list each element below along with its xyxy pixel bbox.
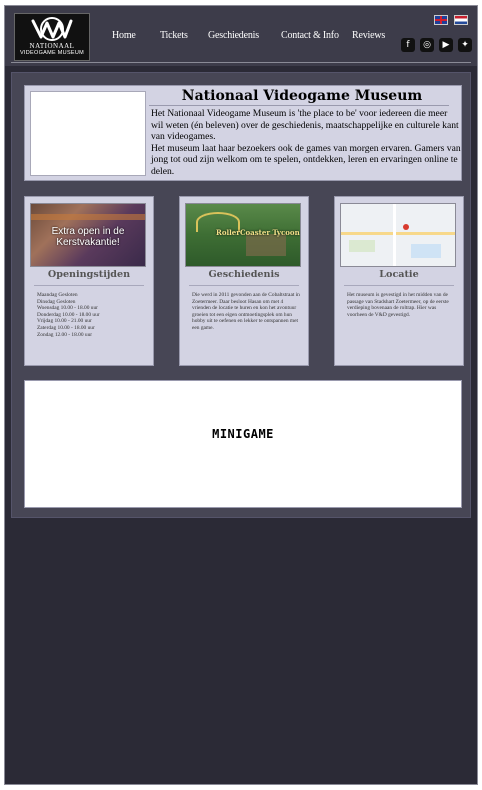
location-map[interactable] [340, 203, 456, 267]
nav-tickets[interactable]: Tickets [160, 30, 188, 41]
english-flag-icon[interactable] [434, 15, 448, 25]
hours-saturday: Zaterdag 10.00 - 18.00 uur [37, 324, 95, 331]
intro-paragraph-2: Het museum laat haar bezoekers ook de ga… [151, 142, 461, 177]
card-title-locatie: Locatie [379, 269, 419, 280]
nav-home[interactable]: Home [112, 30, 136, 41]
logo-line-2: VIDEOGAME MUSEUM [19, 50, 85, 56]
nav-geschiedenis[interactable]: Geschiedenis [208, 30, 259, 41]
promo-image-decoration [31, 214, 145, 220]
logo-mark-icon [31, 17, 73, 41]
park-building-icon [246, 234, 286, 256]
hours-thursday: Donderdag 10.00 - 18.00 uur [37, 311, 100, 318]
hours-wednesday: Woensdag 10.00 - 18.00 uur [37, 305, 98, 312]
card-divider [189, 285, 299, 286]
history-paragraph: Die werd in 2011 gevonden aan de Cobalts… [192, 292, 300, 331]
minigame-panel[interactable]: MINIGAME [24, 380, 462, 508]
logo-line-1: NATIONAAL [29, 42, 75, 50]
card-divider [344, 285, 454, 286]
hours-sunday: Zondag 12.00 - 18.00 uur [37, 331, 93, 338]
header-divider [11, 62, 471, 63]
hours-friday: Vrijdag 10.00 - 21.00 uur [37, 318, 92, 325]
map-area [411, 244, 441, 258]
map-road [341, 232, 455, 235]
instagram-icon[interactable]: ◎ [420, 38, 434, 52]
history-text: Die werd in 2011 gevonden aan de Cobalts… [192, 292, 300, 332]
location-text: Het museum is gevestigd in het midden va… [347, 292, 455, 318]
intro-paragraph-1: Het Nationaal Videogame Museum is 'the p… [151, 108, 459, 142]
rollercoaster-tycoon-image[interactable]: RollerCoaster Tycoon [185, 203, 301, 267]
card-title-openingstijden: Openingstijden [47, 269, 131, 280]
game-logo-text: RollerCoaster Tycoon [216, 228, 300, 237]
christmas-promo-text: Extra open in de Kerstvakantie! [51, 226, 125, 248]
location-paragraph: Het museum is gevestigd in het midden va… [347, 292, 449, 318]
card-geschiedenis: RollerCoaster Tycoon Geschiedenis Die we… [179, 196, 309, 366]
dutch-flag-icon[interactable] [454, 15, 468, 25]
opening-hours-list: Maandag Gesloten Dinsdag Gesloten Woensd… [37, 292, 145, 338]
card-title-geschiedenis: Geschiedenis [208, 269, 280, 280]
card-divider [34, 285, 144, 286]
museum-logo[interactable]: NATIONAAL VIDEOGAME MUSEUM [14, 13, 90, 61]
nav-reviews[interactable]: Reviews [352, 30, 385, 41]
twitter-icon[interactable]: ✦ [458, 38, 472, 52]
intro-text: Het Nationaal Videogame Museum is 'the p… [151, 108, 461, 177]
intro-title-divider [149, 105, 449, 106]
minigame-title: MINIGAME [212, 427, 274, 441]
browser-frame: NATIONAAL VIDEOGAME MUSEUM Home Tickets … [4, 5, 478, 785]
main-content: Nationaal Videogame Museum Het Nationaal… [11, 72, 471, 518]
map-park [349, 240, 375, 252]
card-locatie: Locatie Het museum is gevestigd in het m… [334, 196, 464, 366]
card-openingstijden: Extra open in de Kerstvakantie! Openings… [24, 196, 154, 366]
facebook-icon[interactable]: f [401, 38, 415, 52]
intro-title: Nationaal Videogame Museum [181, 88, 423, 104]
map-pin-icon [403, 224, 409, 230]
youtube-icon[interactable]: ▶ [439, 38, 453, 52]
hours-monday: Maandag Gesloten [37, 292, 78, 298]
map-road [393, 204, 396, 266]
intro-panel: Nationaal Videogame Museum Het Nationaal… [24, 85, 462, 181]
nav-contact-info[interactable]: Contact & Info [281, 30, 339, 41]
christmas-promo-image[interactable]: Extra open in de Kerstvakantie! [30, 203, 146, 267]
hours-tuesday: Dinsdag Gesloten [37, 298, 76, 305]
intro-image [30, 91, 146, 176]
site-header: NATIONAAL VIDEOGAME MUSEUM Home Tickets … [5, 6, 477, 66]
